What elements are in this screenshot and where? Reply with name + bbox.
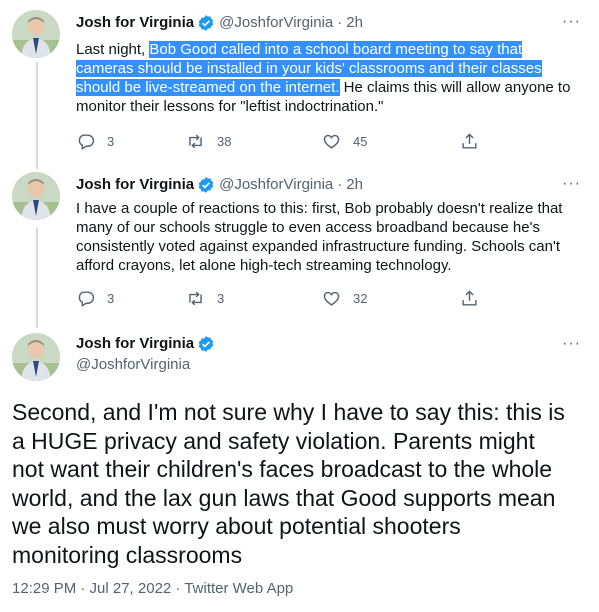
reply-button[interactable]: 3 (76, 289, 186, 308)
verified-badge-icon (197, 14, 215, 32)
author-name[interactable]: Josh for Virginia (76, 175, 194, 195)
avatar[interactable] (12, 10, 60, 58)
more-icon[interactable]: ··· (562, 336, 581, 352)
thread-line (36, 228, 38, 328)
share-button[interactable] (460, 289, 491, 308)
like-count: 45 (353, 134, 368, 149)
like-button[interactable]: 45 (322, 132, 460, 151)
avatar[interactable] (12, 172, 60, 220)
retweet-button[interactable]: 38 (186, 132, 322, 151)
retweet-count: 38 (217, 134, 232, 149)
author-handle[interactable]: @JoshforVirginia (76, 355, 190, 375)
like-icon (323, 134, 340, 149)
share-button[interactable] (460, 132, 491, 151)
reply-count: 3 (107, 134, 115, 149)
avatar[interactable] (12, 333, 60, 381)
tweet-text: Last night, Bob Good called into a schoo… (76, 40, 581, 116)
like-count: 32 (353, 291, 368, 306)
verified-badge-icon (197, 176, 215, 194)
verified-badge-icon (197, 335, 215, 353)
tweet-timestamp[interactable]: 12:29 PM · Jul 27, 2022 (12, 580, 171, 597)
tweet-time[interactable]: 2h (346, 175, 363, 195)
retweet-count: 3 (217, 291, 225, 306)
thread-line (36, 62, 38, 169)
share-icon (462, 133, 477, 149)
tweet-header: Josh for Virginia @JoshforVirginia · 2h (76, 175, 363, 195)
author-name[interactable]: Josh for Virginia (76, 13, 194, 33)
like-icon (323, 291, 340, 306)
main-tweet-text: Second, and I'm not sure why I have to s… (12, 399, 565, 568)
handle-row: @JoshforVirginia (76, 355, 190, 375)
tweet-text: I have a couple of reactions to this: fi… (76, 200, 563, 274)
reply-icon (78, 134, 95, 150)
tweet-time[interactable]: 2h (346, 13, 363, 33)
share-icon (462, 290, 477, 306)
tweet-text-start: Last night, (76, 41, 150, 58)
reply-icon (78, 291, 95, 307)
author-name[interactable]: Josh for Virginia (76, 334, 194, 354)
tweet-meta: 12:29 PM · Jul 27, 2022 · Twitter Web Ap… (12, 580, 293, 597)
retweet-icon (189, 134, 202, 149)
retweet-button[interactable]: 3 (186, 289, 322, 308)
tweet-header: Josh for Virginia @JoshforVirginia · 2h (76, 13, 363, 33)
more-icon[interactable]: ··· (562, 14, 581, 30)
tweet-actions: 3 3 32 (76, 289, 506, 308)
author-handle[interactable]: @JoshforVirginia (219, 13, 333, 33)
tweet-source[interactable]: Twitter Web App (184, 580, 293, 597)
author-handle[interactable]: @JoshforVirginia (219, 175, 333, 195)
reply-button[interactable]: 3 (76, 132, 186, 151)
separator: · (337, 176, 343, 193)
separator: · (171, 580, 185, 597)
more-icon[interactable]: ··· (562, 176, 581, 192)
retweet-icon (189, 291, 202, 306)
reply-count: 3 (107, 291, 115, 306)
tweet-header: Josh for Virginia (76, 334, 219, 354)
separator: · (337, 14, 343, 31)
like-button[interactable]: 32 (322, 289, 460, 308)
tweet-actions: 3 38 45 (76, 132, 506, 151)
